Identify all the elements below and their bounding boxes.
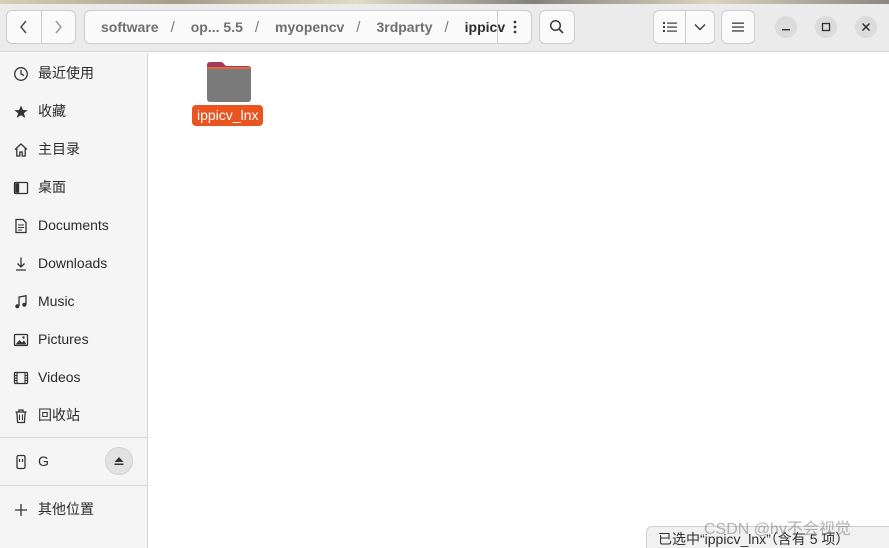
plus-icon	[12, 501, 30, 519]
music-icon	[12, 293, 30, 311]
view-options-button[interactable]	[685, 11, 714, 43]
home-icon	[12, 141, 30, 159]
sidebar-item-label: G	[38, 453, 49, 469]
search-icon	[549, 19, 564, 34]
header-bar: software / op... 5.5 / myopencv / 3rdpar…	[0, 0, 889, 52]
clock-icon	[12, 65, 30, 83]
wallpaper-edge	[0, 0, 889, 4]
picture-icon	[12, 331, 30, 349]
close-icon	[861, 22, 871, 32]
breadcrumb-software[interactable]: software	[85, 19, 159, 35]
breadcrumb-separator: /	[254, 18, 260, 36]
main-menu-button[interactable]	[721, 10, 755, 44]
sidebar-divider	[0, 485, 147, 486]
breadcrumb-separator: /	[444, 18, 449, 36]
sidebar-item-downloads[interactable]: Downloads	[0, 246, 147, 280]
sidebar-item-label: 其他位置	[38, 501, 94, 517]
sidebar-item-recent[interactable]: 最近使用	[0, 56, 147, 90]
sidebar-item-drive[interactable]: G	[0, 444, 147, 478]
chevron-right-icon	[55, 20, 63, 34]
list-icon	[662, 22, 677, 32]
forward-button[interactable]	[40, 11, 76, 43]
sidebar-item-label: 桌面	[38, 179, 66, 195]
sidebar-item-pictures[interactable]: Pictures	[0, 322, 147, 356]
view-switcher	[653, 10, 715, 44]
eject-button[interactable]	[105, 447, 133, 475]
sidebar-item-desktop[interactable]: 桌面	[0, 170, 147, 204]
sidebar-item-music[interactable]: Music	[0, 284, 147, 318]
sidebar-item-label: Documents	[38, 217, 109, 233]
breadcrumb-3rdparty[interactable]: 3rdparty	[360, 19, 432, 35]
path-bar: software / op... 5.5 / myopencv / 3rdpar…	[84, 10, 532, 44]
sidebar-item-label: 收藏	[38, 103, 66, 119]
maximize-icon	[821, 22, 831, 32]
video-icon	[12, 369, 30, 387]
sidebar-item-label: Pictures	[38, 331, 89, 347]
file-name-label: ippicv_lnx	[192, 105, 264, 126]
sidebar-item-label: Videos	[38, 369, 81, 385]
file-view[interactable]: ippicv_lnx	[149, 53, 889, 548]
eject-icon	[114, 457, 124, 465]
trash-icon	[12, 407, 30, 425]
sidebar-item-trash[interactable]: 回收站	[0, 398, 147, 432]
vertical-dots-icon	[513, 20, 516, 34]
minimize-icon	[782, 29, 790, 31]
minimize-button[interactable]	[775, 16, 797, 38]
breadcrumb-myopencv[interactable]: myopencv	[259, 19, 344, 35]
list-view-button[interactable]	[654, 11, 685, 43]
breadcrumb-separator: /	[356, 18, 361, 36]
sidebar-item-documents[interactable]: Documents	[0, 208, 147, 242]
folder-icon	[207, 62, 251, 102]
chevron-left-icon	[19, 20, 27, 34]
navigation-buttons	[6, 10, 76, 44]
sidebar-item-label: Downloads	[38, 255, 108, 271]
star-icon	[12, 103, 30, 121]
breadcrumb-separator: /	[170, 18, 175, 36]
path-menu-button[interactable]	[497, 11, 531, 43]
sidebar-divider	[0, 437, 147, 438]
document-icon	[12, 217, 30, 235]
sidebar-item-home[interactable]: 主目录	[0, 132, 147, 166]
sidebar-item-label: Music	[38, 293, 75, 309]
sidebar-item-starred[interactable]: 收藏	[0, 94, 147, 128]
chevron-down-icon	[694, 24, 706, 31]
desktop-icon	[12, 179, 30, 197]
sidebar-item-label: 主目录	[38, 141, 80, 157]
back-button[interactable]	[7, 11, 41, 43]
hamburger-icon	[732, 22, 744, 32]
breadcrumb-opencv[interactable]: op... 5.5	[175, 19, 243, 35]
status-bar: 已选中“ippicv_lnx”（含有 5 项）	[646, 526, 889, 548]
sidebar-item-label: 回收站	[38, 407, 80, 423]
usb-drive-icon	[12, 453, 30, 471]
sidebar-item-other-locations[interactable]: 其他位置	[0, 492, 147, 526]
sidebar-item-videos[interactable]: Videos	[0, 360, 147, 394]
search-button[interactable]	[539, 10, 575, 44]
sidebar: 最近使用 收藏 主目录 桌面 Documents Downloads Music…	[0, 53, 148, 548]
close-button[interactable]	[855, 16, 877, 38]
maximize-button[interactable]	[815, 16, 837, 38]
download-icon	[12, 255, 30, 273]
sidebar-item-label: 最近使用	[38, 65, 94, 81]
